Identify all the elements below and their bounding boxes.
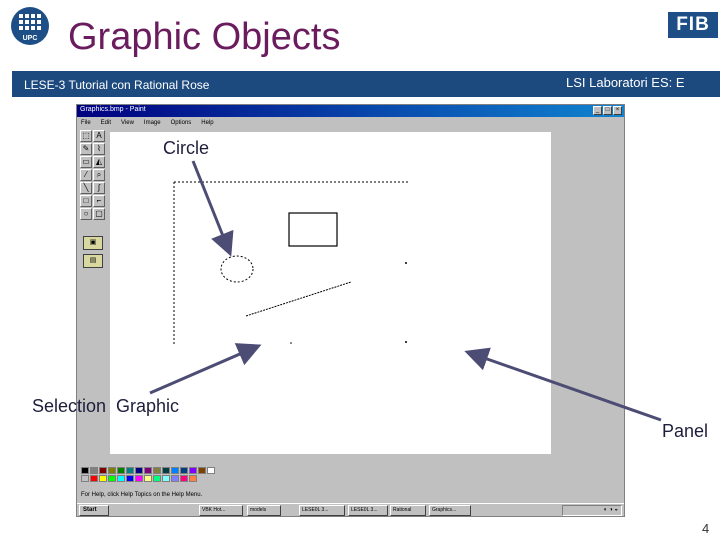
selection-label: Selection [32,396,107,416]
graphic-label: Graphic [116,396,180,416]
page-number: 4 [702,521,710,536]
circle-label: Circle [163,138,210,158]
panel-label: Panel [662,421,709,441]
circle-arrow [191,160,234,257]
selection-arrow [149,343,262,395]
panel-arrow [464,347,662,422]
annotation-arrows [149,160,662,422]
